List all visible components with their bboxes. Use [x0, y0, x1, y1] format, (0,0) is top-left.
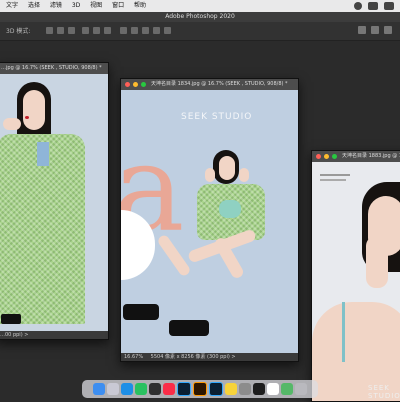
system-preferences-icon[interactable]: [239, 383, 251, 395]
illustrator-icon[interactable]: [193, 382, 207, 396]
menu-item-filter[interactable]: 滤镜: [50, 2, 62, 9]
align-middle-icon[interactable]: [93, 27, 100, 34]
battery-icon[interactable]: [384, 2, 394, 10]
photo-2-lingerie: [219, 200, 241, 218]
menu-item-select[interactable]: 选择: [28, 2, 40, 9]
photo-2-shoe-left: [123, 304, 159, 320]
qq-icon[interactable]: [149, 383, 161, 395]
document-window-3[interactable]: 天坤名目录 1883.jpg @ 16.7% SEEK STUDIO: [311, 150, 400, 402]
document-3-title: 天坤名目录 1883.jpg @ 16.7%: [342, 153, 400, 159]
document-2-window-controls: [125, 82, 146, 87]
calendar-icon[interactable]: [267, 383, 279, 395]
notes-icon[interactable]: [225, 383, 237, 395]
document-2-titlebar[interactable]: 天坤名目录 1834.jpg @ 16.7% (SEEK , STUDIO, 9…: [121, 79, 298, 90]
photo-1-lips: [25, 116, 29, 119]
zoom-icon[interactable]: [332, 154, 337, 159]
document-2-dimensions: 5504 像素 x 8256 像素 (300 ppi) >: [150, 354, 236, 360]
document-1-titlebar[interactable]: …jpg @ 16.7% (SEEK , STUDIO, 908/8) *: [0, 63, 108, 74]
search-icon[interactable]: [358, 26, 366, 34]
document-3-text-line: [320, 179, 346, 181]
menu-item-type[interactable]: 文字: [6, 2, 18, 9]
cloud-sync-icon[interactable]: [354, 2, 362, 10]
finder-icon[interactable]: [93, 383, 105, 395]
align-top-icon[interactable]: [82, 27, 89, 34]
document-3-titlebar[interactable]: 天坤名目录 1883.jpg @ 16.7%: [312, 151, 400, 162]
align-center-icon[interactable]: [57, 27, 64, 34]
app-title: Adobe Photoshop 2020: [165, 13, 235, 20]
photo-3-watermark: SEEK STUDIO: [368, 384, 400, 400]
share-icon[interactable]: [384, 26, 392, 34]
menu-item-3d[interactable]: 3D: [72, 2, 80, 9]
document-window-2[interactable]: 天坤名目录 1834.jpg @ 16.7% (SEEK , STUDIO, 9…: [120, 78, 299, 362]
safari-icon[interactable]: [121, 383, 133, 395]
zoom-icon[interactable]: [141, 82, 146, 87]
document-window-1[interactable]: …jpg @ 16.7% (SEEK , STUDIO, 908/8) * …0…: [0, 62, 109, 340]
minimize-icon[interactable]: [324, 154, 329, 159]
photo-3-hand: [366, 236, 388, 288]
options-3d-mode-label: 3D 模式:: [6, 28, 31, 35]
photo-1-bag: [1, 314, 21, 324]
wifi-icon[interactable]: [368, 2, 378, 10]
align-right-icon[interactable]: [68, 27, 75, 34]
scale-3d-icon[interactable]: [164, 27, 171, 34]
menubar-status-icons: [354, 0, 394, 10]
document-1-title: …jpg @ 16.7% (SEEK , STUDIO, 908/8) *: [1, 65, 102, 71]
workspace-icon[interactable]: [371, 26, 379, 34]
document-1-canvas[interactable]: [0, 74, 108, 331]
music-icon[interactable]: [163, 383, 175, 395]
photo-1-blue-top: [37, 142, 49, 166]
photo-1-face: [23, 90, 45, 130]
maps-icon[interactable]: [281, 383, 293, 395]
lightroom-icon[interactable]: [209, 382, 223, 396]
launchpad-icon[interactable]: [107, 383, 119, 395]
options-right-icons: [358, 26, 392, 34]
photo-2-left-hand: [205, 168, 215, 182]
document-2-title: 天坤名目录 1834.jpg @ 16.7% (SEEK , STUDIO, 9…: [151, 81, 288, 87]
menu-item-help[interactable]: 帮助: [134, 2, 146, 9]
photo-2-shoe-right: [169, 320, 209, 336]
document-2-canvas[interactable]: SEEK STUDIO a: [121, 90, 298, 353]
close-icon[interactable]: [316, 154, 321, 159]
document-2-status-bar: 16.67% 5504 像素 x 8256 像素 (300 ppi) >: [121, 353, 298, 361]
rotate-3d-icon[interactable]: [131, 27, 138, 34]
options-bar: 3D 模式:: [0, 22, 400, 41]
menu-item-view[interactable]: 视图: [90, 2, 102, 9]
terminal-icon[interactable]: [253, 383, 265, 395]
align-bottom-icon[interactable]: [104, 27, 111, 34]
wechat-icon[interactable]: [135, 383, 147, 395]
photoshop-icon[interactable]: [177, 382, 191, 396]
dock: [82, 380, 318, 398]
app-title-bar: Adobe Photoshop 2020: [0, 12, 400, 22]
trash-icon[interactable]: [295, 383, 307, 395]
pan-3d-icon[interactable]: [142, 27, 149, 34]
photo-1-hand: [3, 118, 21, 130]
photo-2-face: [219, 156, 235, 180]
menu-item-window[interactable]: 窗口: [112, 2, 124, 9]
slide-3d-icon[interactable]: [153, 27, 160, 34]
canvas-studio-text: SEEK STUDIO: [181, 112, 253, 122]
document-3-text-block: [320, 174, 350, 176]
align-left-icon[interactable]: [46, 27, 53, 34]
distribute-icon[interactable]: [120, 27, 127, 34]
document-3-window-controls: [316, 154, 337, 159]
photo-2-right-hand: [239, 168, 249, 182]
close-icon[interactable]: [125, 82, 130, 87]
document-3-canvas[interactable]: SEEK STUDIO: [312, 162, 400, 401]
menu-bar: 文字 选择 滤镜 3D 视图 窗口 帮助: [0, 0, 400, 12]
menu-items: 文字 选择 滤镜 3D 视图 窗口 帮助: [6, 0, 154, 12]
minimize-icon[interactable]: [133, 82, 138, 87]
photo-3-strap: [342, 302, 345, 362]
document-1-status: …00 ppi) >: [0, 331, 108, 339]
document-2-zoom[interactable]: 16.67%: [124, 354, 143, 360]
